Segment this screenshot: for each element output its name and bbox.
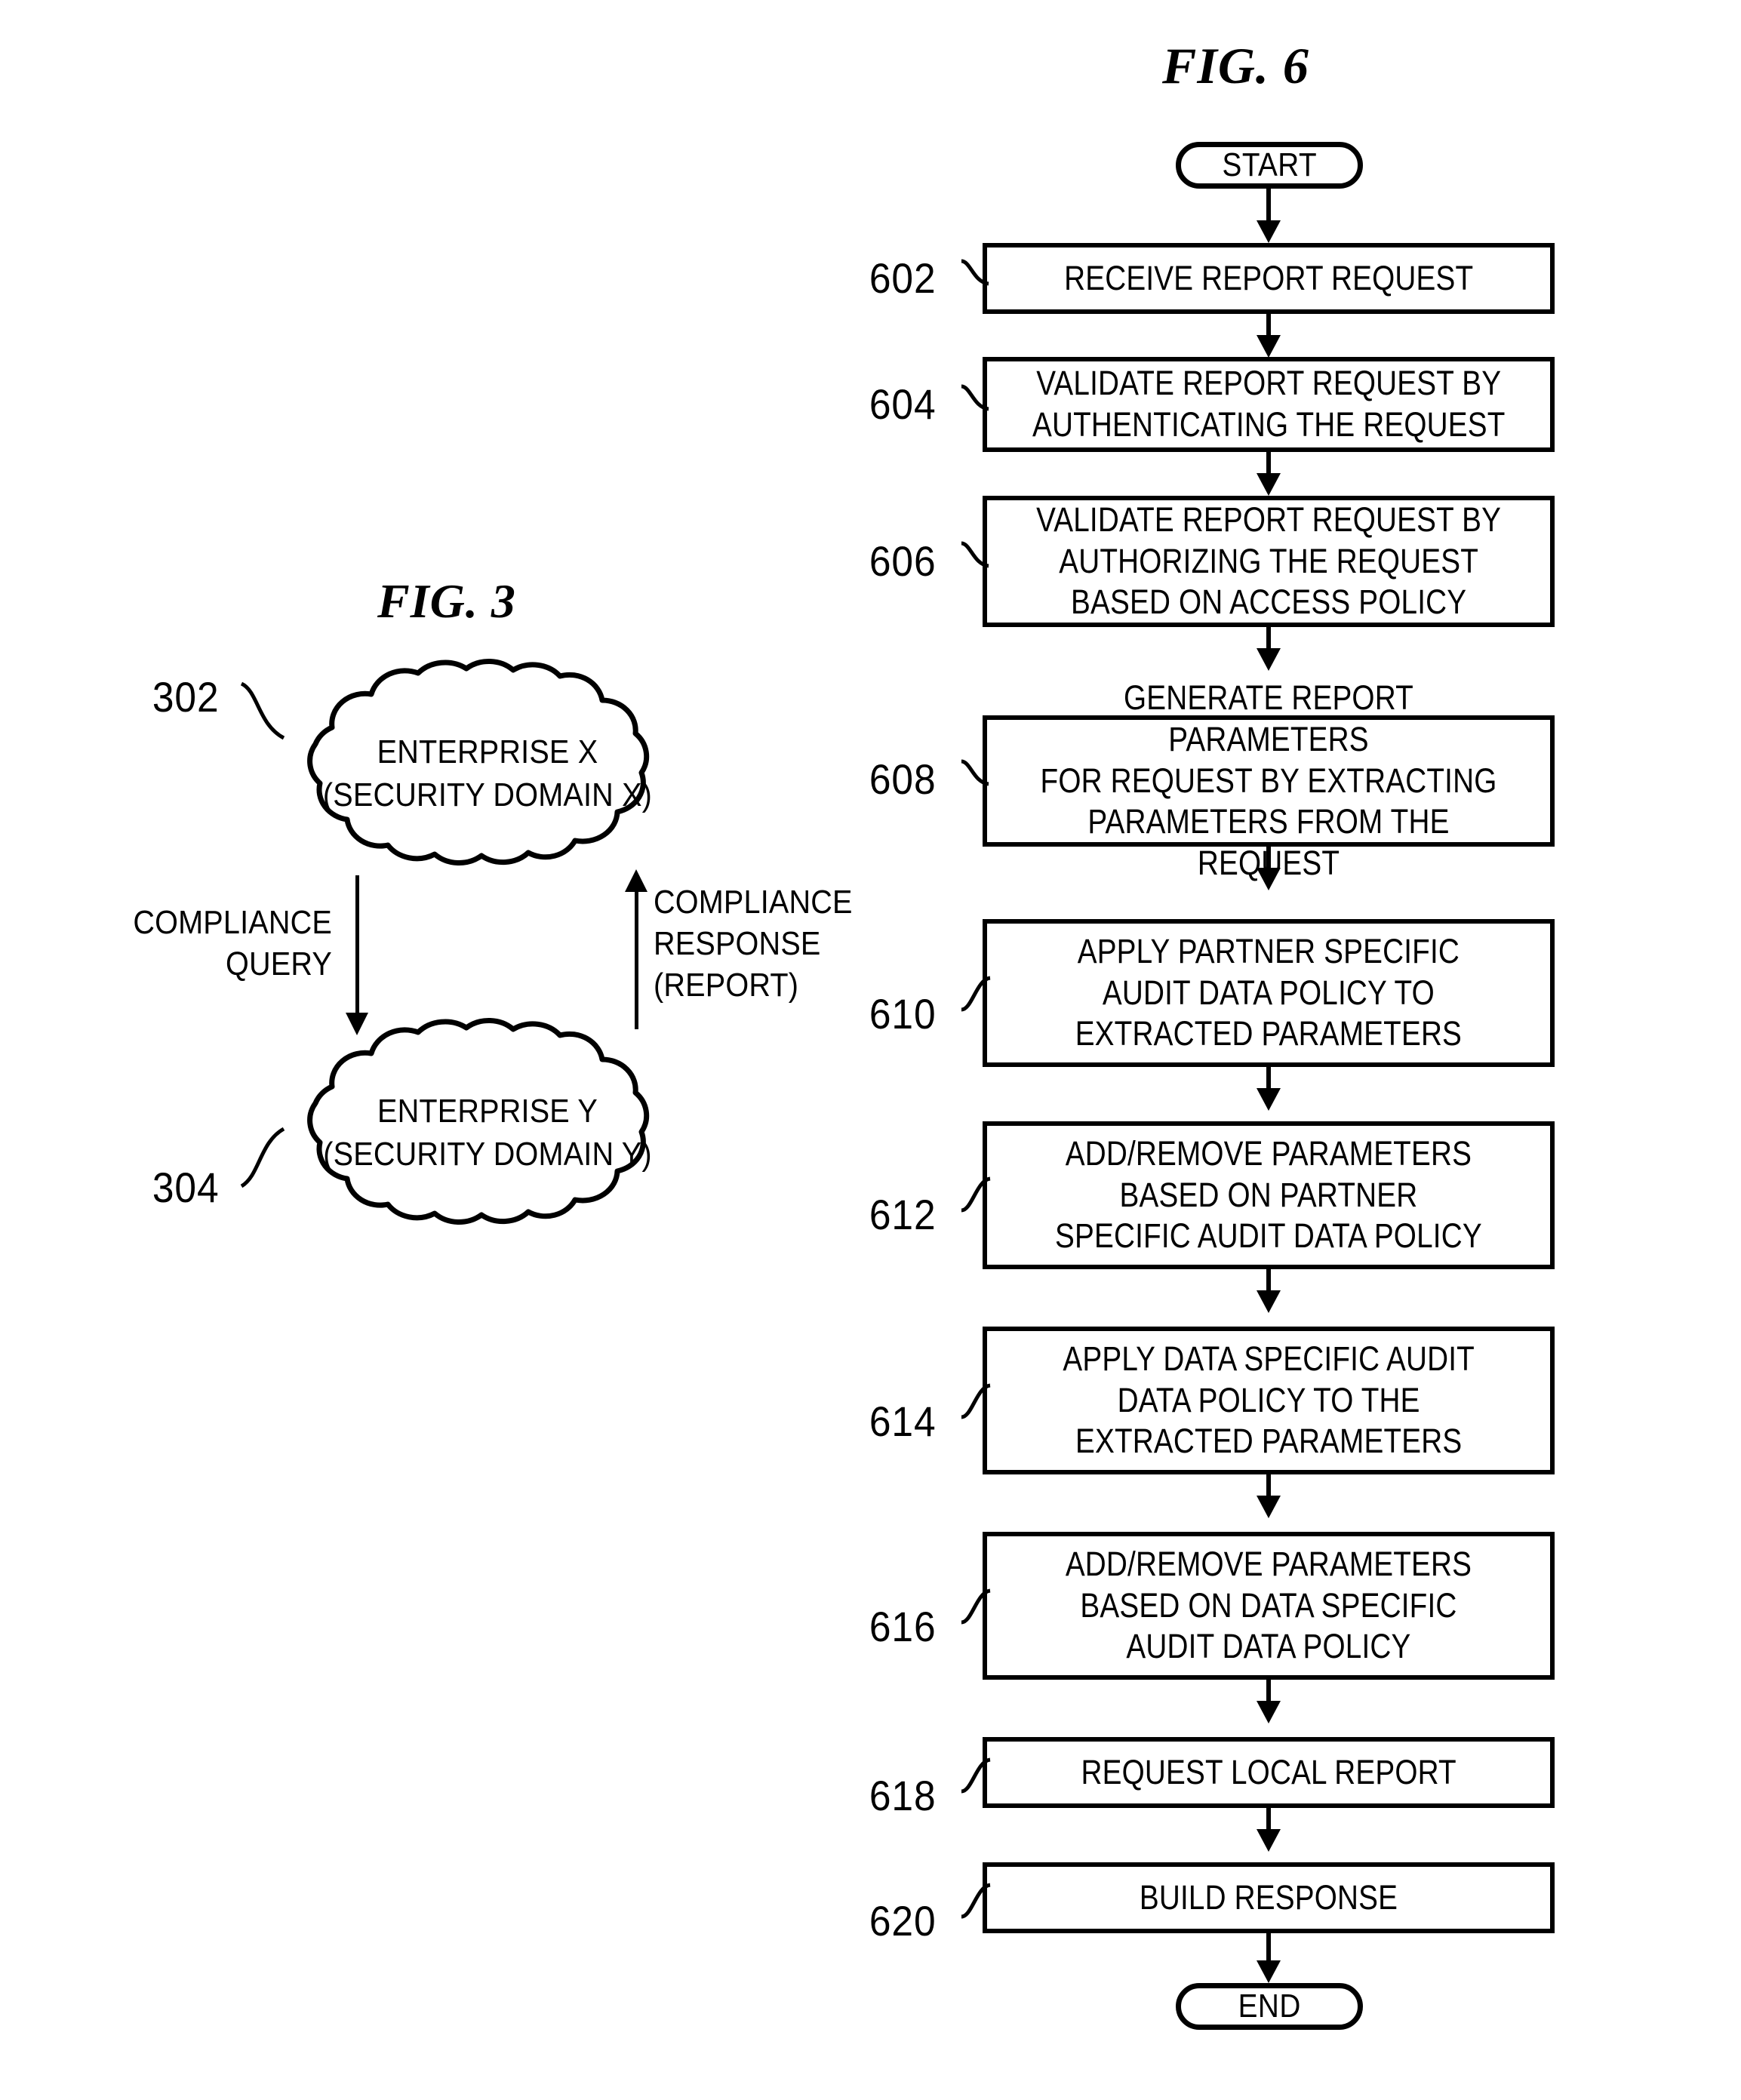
ref-num-602: 602 bbox=[869, 254, 937, 302]
process-box-602: RECEIVE REPORT REQUEST bbox=[983, 243, 1555, 314]
process-box-616: ADD/REMOVE PARAMETERS BASED ON DATA SPEC… bbox=[983, 1532, 1555, 1680]
start-label: START bbox=[1222, 146, 1317, 183]
ref-num-620: 620 bbox=[869, 1897, 937, 1945]
ref-num-612: 612 bbox=[869, 1191, 937, 1238]
process-box-612-text: ADD/REMOVE PARAMETERS BASED ON PARTNER S… bbox=[1055, 1133, 1482, 1256]
process-box-614-text: APPLY DATA SPECIFIC AUDIT DATA POLICY TO… bbox=[1063, 1339, 1475, 1461]
ref-num-606: 606 bbox=[869, 537, 937, 585]
ref-num-616: 616 bbox=[869, 1603, 937, 1650]
process-box-606: VALIDATE REPORT REQUEST BY AUTHORIZING T… bbox=[983, 496, 1555, 627]
cloud-enterprise-x: ENTERPRISE X (SECURITY DOMAIN X) bbox=[243, 658, 732, 878]
ref-num-618: 618 bbox=[869, 1772, 937, 1819]
patent-figure-sheet: FIG. 6 START RECEIVE REPORT REQUEST 602 … bbox=[0, 0, 1741, 2100]
end-terminator: END bbox=[1176, 1983, 1363, 2030]
process-box-604: VALIDATE REPORT REQUEST BY AUTHENTICATIN… bbox=[983, 357, 1555, 452]
process-box-610: APPLY PARTNER SPECIFIC AUDIT DATA POLICY… bbox=[983, 919, 1555, 1067]
ref-num-608: 608 bbox=[869, 755, 937, 803]
process-box-616-text: ADD/REMOVE PARAMETERS BASED ON DATA SPEC… bbox=[1065, 1544, 1472, 1666]
ref-num-610: 610 bbox=[869, 990, 937, 1038]
cloud-enterprise-y-label: ENTERPRISE Y (SECURITY DOMAIN Y) bbox=[323, 1093, 652, 1173]
figure-6-title: FIG. 6 bbox=[1162, 37, 1309, 94]
figure-3-title: FIG. 3 bbox=[377, 574, 516, 628]
process-box-620: BUILD RESPONSE bbox=[983, 1862, 1555, 1933]
start-terminator: START bbox=[1176, 142, 1363, 189]
process-box-612: ADD/REMOVE PARAMETERS BASED ON PARTNER S… bbox=[983, 1121, 1555, 1269]
process-box-614: APPLY DATA SPECIFIC AUDIT DATA POLICY TO… bbox=[983, 1327, 1555, 1474]
ref-num-604: 604 bbox=[869, 380, 937, 428]
end-label: END bbox=[1238, 1988, 1301, 2025]
process-box-604-text: VALIDATE REPORT REQUEST BY AUTHENTICATIN… bbox=[1032, 364, 1506, 444]
process-box-618-text: REQUEST LOCAL REPORT bbox=[1081, 1752, 1456, 1791]
process-box-620-text: BUILD RESPONSE bbox=[1139, 1877, 1398, 1917]
process-box-602-text: RECEIVE REPORT REQUEST bbox=[1063, 258, 1474, 297]
cloud-enterprise-x-label: ENTERPRISE X (SECURITY DOMAIN X) bbox=[322, 733, 653, 814]
ref-num-614: 614 bbox=[869, 1397, 937, 1445]
compliance-query-label: COMPLIANCE QUERY bbox=[133, 904, 332, 982]
process-box-608: GENERATE REPORT PARAMETERS FOR REQUEST B… bbox=[983, 678, 1555, 882]
compliance-response-label: COMPLIANCE RESPONSE (REPORT) bbox=[654, 884, 853, 1004]
process-box-610-text: APPLY PARTNER SPECIFIC AUDIT DATA POLICY… bbox=[1075, 931, 1463, 1053]
ref-num-302: 302 bbox=[152, 673, 220, 721]
cloud-enterprise-y: ENTERPRISE Y (SECURITY DOMAIN Y) bbox=[243, 1017, 732, 1238]
process-box-618: REQUEST LOCAL REPORT bbox=[983, 1737, 1555, 1808]
ref-num-304: 304 bbox=[152, 1164, 220, 1211]
process-box-606-text: VALIDATE REPORT REQUEST BY AUTHORIZING T… bbox=[1036, 500, 1501, 622]
